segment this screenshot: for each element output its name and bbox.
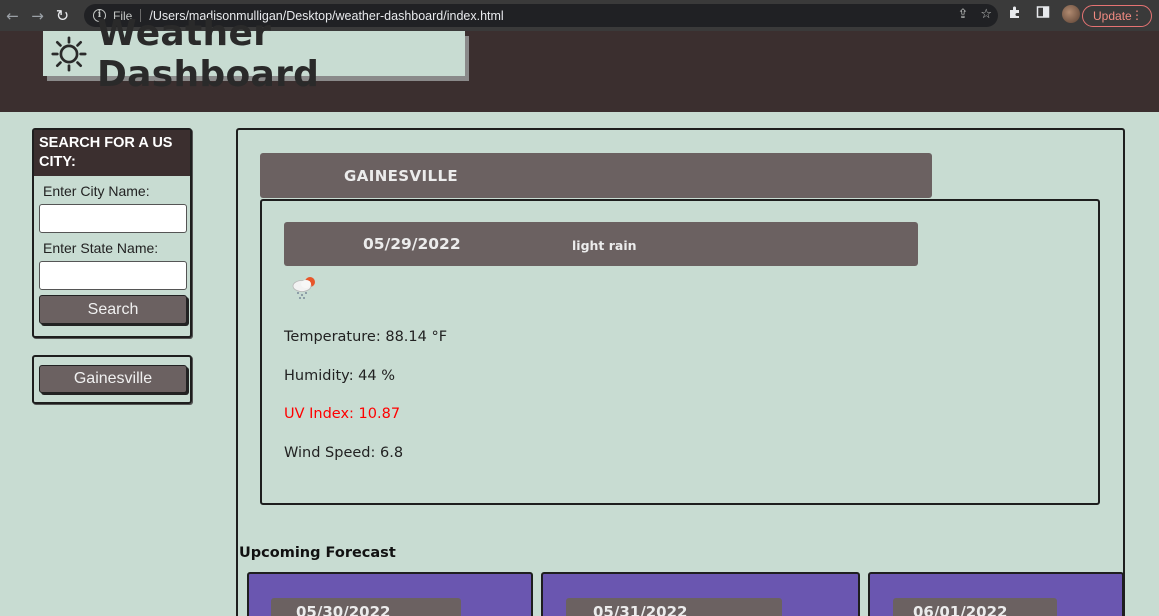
forecast-heading: Upcoming Forecast <box>239 545 396 561</box>
bookmark-star-icon[interactable]: ☆ <box>980 7 992 22</box>
light-rain-icon <box>292 277 315 299</box>
temperature-text: Temperature: 88.14 °F <box>284 329 448 345</box>
forecast-card: 05/31/2022 <box>541 572 860 616</box>
history-item-gainesville[interactable]: Gainesville <box>39 365 187 393</box>
back-button[interactable]: ← <box>0 0 25 31</box>
forecast-card: 06/01/2022 <box>868 572 1124 616</box>
share-icon[interactable]: ⇪ <box>957 7 968 22</box>
title-banner: Weather Dashboard <box>43 13 465 95</box>
extensions-icon[interactable] <box>1006 5 1024 23</box>
city-input[interactable] <box>39 204 187 233</box>
search-panel: SEARCH FOR A US CITY: Enter City Name: E… <box>32 128 192 338</box>
update-label: Update <box>1093 9 1132 23</box>
reload-button[interactable]: ↻ <box>50 0 75 31</box>
search-button[interactable]: Search <box>39 295 187 324</box>
side-panel-icon[interactable] <box>1034 5 1052 23</box>
wind-speed-text: Wind Speed: 6.8 <box>284 445 404 461</box>
sun-icon <box>51 35 87 72</box>
weather-description: light rain <box>572 238 637 253</box>
humidity-text: Humidity: 44 % <box>284 368 396 384</box>
state-input[interactable] <box>39 261 187 290</box>
uv-index-text: UV Index: 10.87 <box>284 406 401 422</box>
forecast-date: 05/30/2022 <box>271 598 461 616</box>
state-label: Enter State Name: <box>43 240 159 256</box>
forecast-card: 05/30/2022 <box>247 572 533 616</box>
current-date-bar: 05/29/2022 light rain <box>284 222 918 266</box>
current-date: 05/29/2022 <box>363 235 461 253</box>
profile-avatar[interactable] <box>1062 5 1080 23</box>
forward-button[interactable]: → <box>25 0 50 31</box>
menu-dots-icon[interactable]: ⋮ <box>1131 8 1143 22</box>
city-name-header: GAINESVILLE <box>260 153 932 198</box>
search-history: Gainesville <box>32 355 192 404</box>
app-header: Weather Dashboard <box>0 13 1159 112</box>
city-label: Enter City Name: <box>43 183 150 199</box>
forecast-date: 06/01/2022 <box>893 598 1057 616</box>
search-heading: SEARCH FOR A US CITY: <box>34 130 190 176</box>
page-title: Weather Dashboard <box>96 12 320 95</box>
update-button[interactable]: Update ⋮ <box>1082 5 1152 27</box>
forecast-date: 05/31/2022 <box>566 598 782 616</box>
